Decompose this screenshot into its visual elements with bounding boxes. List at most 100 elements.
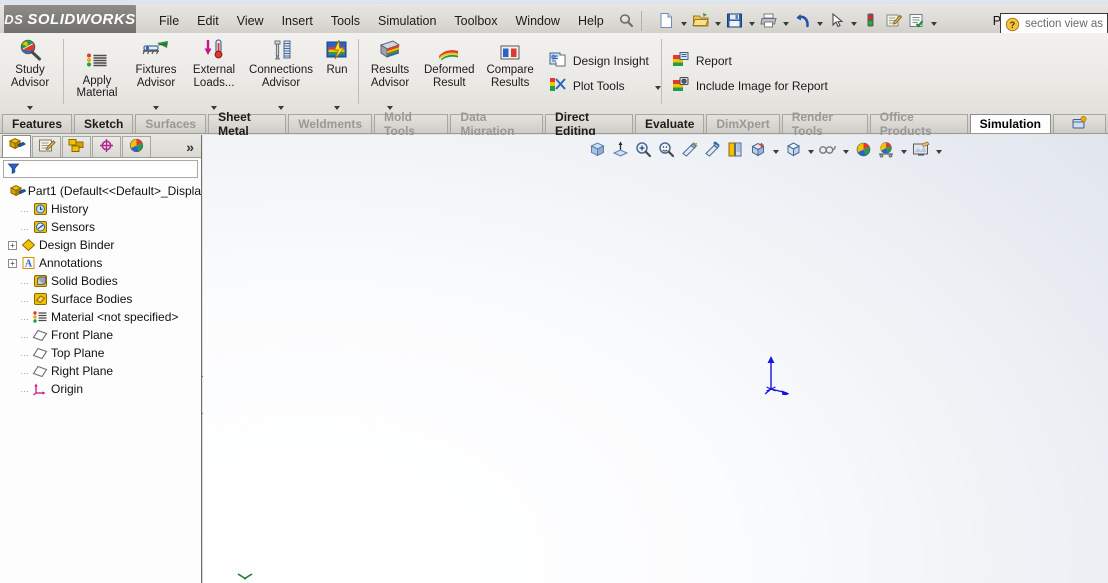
tab-simulation[interactable]: Simulation bbox=[969, 114, 1051, 133]
tab-features[interactable]: Features bbox=[2, 114, 73, 133]
display-manager-tab[interactable] bbox=[122, 136, 151, 157]
select-cursor-caret[interactable] bbox=[849, 10, 859, 32]
menu-view[interactable]: View bbox=[228, 11, 273, 31]
customize-list-caret[interactable] bbox=[929, 10, 939, 32]
save-icon[interactable] bbox=[724, 10, 746, 32]
print-icon[interactable] bbox=[758, 10, 780, 32]
study-advisor-dropdown[interactable] bbox=[27, 106, 33, 110]
appearances-sphere-icon[interactable] bbox=[852, 138, 874, 160]
plot-tools-dropdown[interactable] bbox=[631, 79, 661, 93]
tab-surfaces[interactable]: Surfaces bbox=[135, 114, 207, 133]
menu-file[interactable]: File bbox=[150, 11, 188, 31]
undo-caret[interactable] bbox=[815, 10, 825, 32]
include-image-report-button[interactable]: Include Image for Report bbox=[669, 74, 834, 99]
external-loads-dropdown[interactable] bbox=[211, 106, 217, 110]
deformed-result-button[interactable]: Deformed Result bbox=[418, 33, 481, 114]
menu-tools[interactable]: Tools bbox=[322, 11, 369, 31]
tab-render-tools[interactable]: Render Tools bbox=[781, 110, 868, 138]
configuration-manager-tab[interactable] bbox=[62, 136, 91, 157]
options-pencil-icon[interactable] bbox=[883, 10, 905, 32]
hide-show-items-caret[interactable] bbox=[770, 138, 781, 160]
tree-item-history[interactable]: … History bbox=[4, 200, 201, 218]
tab-direct-editing[interactable]: Direct Editing bbox=[545, 110, 634, 138]
menu-insert[interactable]: Insert bbox=[273, 11, 322, 31]
tree-item-sensors[interactable]: … Sensors bbox=[4, 218, 201, 236]
zoom-to-fit-cube-icon[interactable] bbox=[586, 138, 608, 160]
plot-tools-button[interactable]: Plot Tools bbox=[546, 74, 661, 99]
zoom-to-area-icon[interactable] bbox=[632, 138, 654, 160]
tree-item-material[interactable]: … Material <not specified> bbox=[4, 308, 201, 326]
zoom-in-out-icon[interactable] bbox=[655, 138, 677, 160]
graphics-area[interactable] bbox=[203, 135, 1108, 583]
tab-dimxpert[interactable]: DimXpert bbox=[706, 114, 780, 133]
dimxpert-manager-tab[interactable] bbox=[92, 136, 121, 157]
expand-annotations[interactable]: + bbox=[6, 258, 19, 268]
save-caret[interactable] bbox=[747, 10, 757, 32]
run-button[interactable]: Run bbox=[319, 33, 355, 114]
menu-simulation[interactable]: Simulation bbox=[369, 11, 445, 31]
open-folder-icon[interactable] bbox=[690, 10, 712, 32]
connections-advisor-button[interactable]: Connections Advisor bbox=[243, 33, 319, 114]
view-settings-caret[interactable] bbox=[840, 138, 851, 160]
tree-item-top-plane[interactable]: … Top Plane bbox=[4, 344, 201, 362]
tab-data-migration[interactable]: Data Migration bbox=[450, 110, 544, 138]
undo-icon[interactable] bbox=[792, 10, 814, 32]
external-loads-button[interactable]: External Loads... bbox=[185, 33, 243, 114]
search-input-text[interactable]: section view as bbox=[1025, 18, 1103, 30]
study-advisor-button[interactable]: Study Advisor bbox=[0, 33, 60, 114]
tree-item-right-plane[interactable]: … Right Plane bbox=[4, 362, 201, 380]
menu-window[interactable]: Window bbox=[507, 11, 569, 31]
compare-results-button[interactable]: Compare Results bbox=[481, 33, 540, 114]
report-button[interactable]: Report bbox=[669, 49, 834, 74]
apply-material-button[interactable]: Apply Material bbox=[67, 33, 127, 114]
results-advisor-button[interactable]: Results Advisor bbox=[362, 33, 418, 114]
display-style-cube-caret[interactable] bbox=[805, 138, 816, 160]
menu-toolbox[interactable]: Toolbox bbox=[445, 11, 506, 31]
tree-item-annotations[interactable]: + A Annotations bbox=[4, 254, 201, 272]
tab-office-products[interactable]: Office Products bbox=[869, 110, 968, 138]
rebuild-traffic-light-icon[interactable] bbox=[860, 10, 882, 32]
open-folder-caret[interactable] bbox=[713, 10, 723, 32]
fixtures-advisor-dropdown[interactable] bbox=[153, 106, 159, 110]
apply-scene-icon[interactable] bbox=[910, 138, 932, 160]
normal-to-icon[interactable] bbox=[609, 138, 631, 160]
section-view-icon[interactable] bbox=[678, 138, 700, 160]
search-box[interactable]: ? section view as bbox=[1000, 13, 1108, 35]
scene-icon[interactable] bbox=[875, 138, 897, 160]
add-tab-button[interactable] bbox=[1052, 114, 1106, 133]
feature-tree-filter[interactable] bbox=[3, 160, 198, 178]
print-caret[interactable] bbox=[781, 10, 791, 32]
tab-sketch[interactable]: Sketch bbox=[74, 114, 134, 133]
new-document-caret[interactable] bbox=[679, 10, 689, 32]
tree-item-solid-bodies[interactable]: … Solid Bodies bbox=[4, 272, 201, 290]
tab-weldments[interactable]: Weldments bbox=[288, 114, 372, 133]
panel-more-tabs-button[interactable]: » bbox=[186, 139, 194, 157]
apply-scene-caret[interactable] bbox=[933, 138, 944, 160]
menu-help[interactable]: Help bbox=[569, 11, 613, 31]
customize-list-icon[interactable] bbox=[906, 10, 928, 32]
pin-icon[interactable] bbox=[615, 10, 637, 32]
view-settings-glasses-icon[interactable] bbox=[817, 138, 839, 160]
tab-evaluate[interactable]: Evaluate bbox=[635, 114, 705, 133]
feature-manager-tab[interactable] bbox=[2, 135, 31, 157]
tree-item-surface-bodies[interactable]: … Surface Bodies bbox=[4, 290, 201, 308]
connections-advisor-dropdown[interactable] bbox=[278, 106, 284, 110]
new-document-icon[interactable] bbox=[656, 10, 678, 32]
hide-show-items-icon[interactable] bbox=[747, 138, 769, 160]
tree-item-part1[interactable]: Part1 (Default<<Default>_Displa bbox=[4, 182, 201, 200]
display-style-cube-icon[interactable] bbox=[782, 138, 804, 160]
tab-mold-tools[interactable]: Mold Tools bbox=[374, 110, 449, 138]
menu-edit[interactable]: Edit bbox=[188, 11, 228, 31]
tree-item-design-binder[interactable]: + Design Binder bbox=[4, 236, 201, 254]
expand-design-binder[interactable]: + bbox=[6, 240, 19, 250]
run-dropdown[interactable] bbox=[334, 106, 340, 110]
property-manager-tab[interactable] bbox=[32, 136, 61, 157]
fixtures-advisor-button[interactable]: Fixtures Advisor bbox=[127, 33, 185, 114]
select-cursor-icon[interactable] bbox=[826, 10, 848, 32]
scene-caret[interactable] bbox=[898, 138, 909, 160]
tree-item-origin[interactable]: … Origin bbox=[4, 380, 201, 398]
tab-sheet-metal[interactable]: Sheet Metal bbox=[208, 110, 287, 138]
view-orientation-icon[interactable] bbox=[701, 138, 723, 160]
tree-item-front-plane[interactable]: … Front Plane bbox=[4, 326, 201, 344]
display-style-book-icon[interactable] bbox=[724, 138, 746, 160]
